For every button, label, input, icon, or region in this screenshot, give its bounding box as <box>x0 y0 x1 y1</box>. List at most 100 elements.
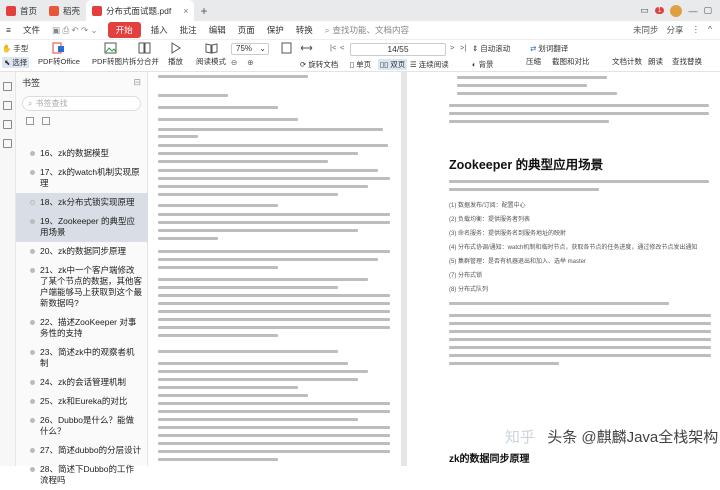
share-button[interactable]: 分享 <box>666 24 683 36</box>
side-icon-rail <box>0 72 16 466</box>
zoom-select[interactable]: 75% ⌄ <box>231 43 269 55</box>
tab-label: 首页 <box>20 5 38 16</box>
tab-docer[interactable]: 稻壳 <box>43 0 86 21</box>
more-icon[interactable]: ⋮ <box>692 24 701 36</box>
translate-label: 划词翻译 <box>538 44 569 53</box>
minimize-icon[interactable]: — <box>688 6 697 16</box>
menu-annotate[interactable]: 批注 <box>174 24 203 36</box>
bookmark-item[interactable]: 23、简述zk中的观察者机制 <box>16 343 148 373</box>
document-viewport[interactable]: Zookeeper 的典型应用场景 (1) 数据发布/订阅：配置中心 (2) 负… <box>148 72 720 466</box>
bookmark-item[interactable]: 27、简述dubbo的分层设计 <box>16 441 148 460</box>
tab-pdf-document[interactable]: 分布式面试题.pdf × <box>86 0 195 21</box>
pdf-icon <box>92 5 103 16</box>
expand-all-icon[interactable] <box>26 117 34 125</box>
menu-insert[interactable]: 插入 <box>145 24 174 36</box>
collapse-all-icon[interactable] <box>42 117 50 125</box>
bookmark-item[interactable]: 26、Dubbo是什么？能做什么？ <box>16 411 148 441</box>
bookmark-item[interactable]: 16、zk的数据模型 <box>16 144 148 163</box>
menu-convert[interactable]: 转换 <box>290 24 319 36</box>
pdf-to-image-button[interactable]: PDF转图片 <box>92 42 130 67</box>
translate-button[interactable]: ⇄ 划词翻译 <box>530 43 568 54</box>
split-merge-button[interactable]: 拆分合并 <box>129 42 159 67</box>
menu-hamburger-icon[interactable]: ≡ <box>0 25 17 35</box>
bookmark-item[interactable]: 25、zk和Eureka的对比 <box>16 392 148 411</box>
screenshot-compare-button[interactable]: 截图和对比 <box>552 56 590 67</box>
command-search[interactable]: ⌕ 查找功能、文档内容 <box>319 24 409 36</box>
word-count-label: 文档计数 <box>612 57 642 66</box>
bullet-icon <box>30 151 35 156</box>
bookmark-item[interactable]: 28、简述下Dubbo的工作流程吗 <box>16 460 148 490</box>
menu-page[interactable]: 页面 <box>232 24 261 36</box>
tab-home[interactable]: 首页 <box>0 0 43 21</box>
menu-protect[interactable]: 保护 <box>261 24 290 36</box>
zoom-out-icon[interactable]: ⊖ <box>231 58 237 67</box>
notification-badge[interactable]: 1 <box>654 7 665 14</box>
new-tab-icon[interactable]: + <box>194 4 213 18</box>
list-item: (3) 命名服务：提供服务名到服务地址的映射 <box>449 231 567 237</box>
bullet-icon <box>30 467 35 472</box>
pdf-page-left <box>148 72 401 466</box>
avatar[interactable] <box>670 4 683 17</box>
last-page-icon[interactable]: >| <box>460 43 466 52</box>
menu-file[interactable]: 文件 <box>17 24 46 36</box>
thumbnail-icon[interactable] <box>3 101 12 110</box>
background-icon: ◐ <box>472 60 477 69</box>
zoom-in-icon[interactable]: ⊕ <box>247 58 253 67</box>
background-button[interactable]: ◐ 背景 <box>472 59 494 70</box>
bookmark-item[interactable]: 17、zk的watch机制实现原理 <box>16 163 148 193</box>
close-tab-icon[interactable]: × <box>183 6 188 16</box>
pdf-to-office-button[interactable]: PDF转Office <box>38 42 80 67</box>
bookmark-search-input[interactable]: ⌕ 书签查找 <box>22 96 141 111</box>
maximize-icon[interactable]: ▢ <box>703 5 712 16</box>
next-page-icon[interactable]: > <box>450 43 454 52</box>
auto-scroll-button[interactable]: ⇕ 自动滚动 <box>472 43 510 54</box>
menu-edit[interactable]: 编辑 <box>203 24 232 36</box>
sync-status[interactable]: 未同步 <box>633 24 659 36</box>
bookmark-item[interactable]: 24、zk的会话管理机制 <box>16 373 148 392</box>
fit-page-button[interactable] <box>280 42 293 56</box>
annotation-icon[interactable] <box>3 120 12 129</box>
double-page-button[interactable]: ▯▯ 双页 <box>378 59 408 70</box>
play-button[interactable]: 播放 <box>168 42 183 67</box>
menu-tool-icons[interactable]: ▣ ⎙ ↶ ↷ ⌄ <box>46 25 104 36</box>
attachment-icon[interactable] <box>3 139 12 148</box>
play-icon <box>171 42 181 54</box>
bookmark-item[interactable]: 22、描述ZooKeeper 对事务性的支持 <box>16 313 148 343</box>
cursor-icon: ⬉ <box>4 58 11 67</box>
bookmark-item[interactable]: 18、zk分布式锁实现原理 <box>16 193 148 212</box>
read-aloud-button[interactable]: 朗读 <box>648 56 663 67</box>
menu-start[interactable]: 开始 <box>107 22 141 38</box>
tab-bar: 首页 稻壳 分布式面试题.pdf × + ▭ 1 — ▢ <box>0 0 720 21</box>
bookmark-label: 18、zk分布式锁实现原理 <box>40 197 135 207</box>
bullet-icon <box>30 350 35 355</box>
single-page-button[interactable]: ▯ 单页 <box>350 59 371 70</box>
compress-button[interactable]: 压缩 <box>526 56 541 67</box>
first-page-icon[interactable]: |< <box>330 43 336 52</box>
word-count-button[interactable]: 文档计数 <box>612 56 642 67</box>
bookmark-item[interactable]: 21、zk中一个客户端修改了某个节点的数据，其他客户端能够马上获取到这个最新数据… <box>16 261 148 313</box>
read-mode-button[interactable]: 阅读模式 <box>196 42 226 67</box>
split-merge-label: 拆分合并 <box>129 57 159 66</box>
hand-icon: ✋ <box>2 44 12 53</box>
select-tool-label: 选择 <box>12 58 28 67</box>
select-tool[interactable]: ⬉ 选择 <box>2 57 30 68</box>
collapse-icon[interactable]: ^ <box>708 24 712 36</box>
bookmark-panel-icon[interactable] <box>3 82 12 91</box>
window-layout-icon[interactable]: ▭ <box>640 5 649 16</box>
fit-width-button[interactable] <box>300 42 313 56</box>
rotate-button[interactable]: ⟳ 旋转文档 <box>300 59 338 70</box>
bookmark-label: 27、简述dubbo的分层设计 <box>40 445 142 455</box>
hand-tool[interactable]: ✋ 手型 <box>2 43 28 54</box>
find-replace-button[interactable]: 查找替换 <box>672 56 702 67</box>
zoom-controls[interactable]: ⊖ ⊕ <box>231 58 254 67</box>
bookmark-label: 24、zk的会话管理机制 <box>40 377 126 387</box>
prev-page-icon[interactable]: < <box>340 43 344 52</box>
bookmark-item[interactable]: 19、Zookeeper 的典型应用场景 <box>16 212 148 242</box>
bookmark-search-placeholder: 书签查找 <box>35 99 68 108</box>
section-heading-sync: zk的数据同步原理 <box>449 454 530 465</box>
zoom-value: 75% <box>236 44 253 53</box>
continuous-read-button[interactable]: ☰ 连续阅读 <box>410 59 449 70</box>
page-number-input[interactable]: 14/55 <box>350 43 446 56</box>
panel-pin-icon[interactable]: ⊟ <box>133 77 141 88</box>
bookmark-item[interactable]: 20、zk的数据同步原理 <box>16 242 148 261</box>
